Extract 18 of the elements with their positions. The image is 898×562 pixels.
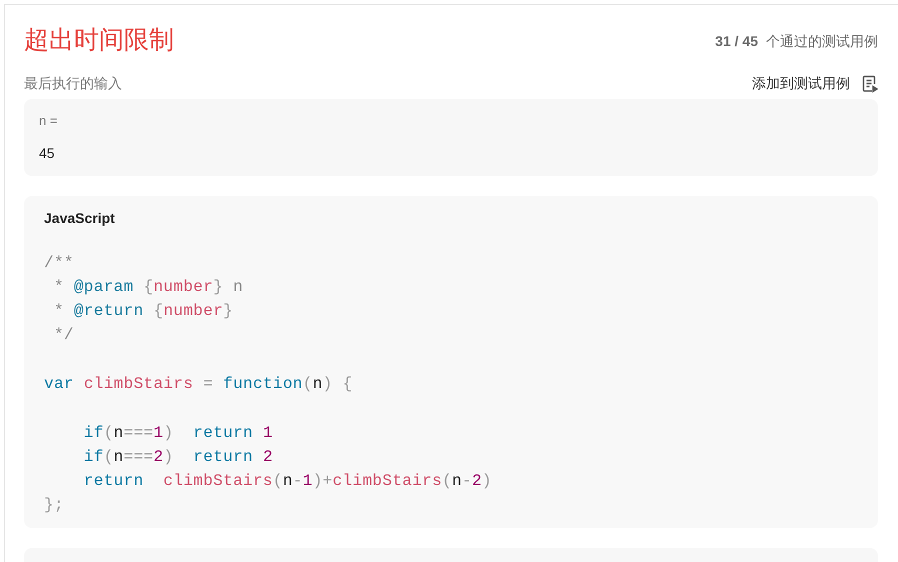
language-label: JavaScript [44, 208, 115, 228]
code-line: var climbStairs = function(n) { [44, 374, 353, 395]
passed-count: 31 / 45 [715, 32, 758, 50]
add-to-testcase-button[interactable]: 添加到测试用例 [752, 73, 878, 94]
code-line: if(n===2) return 2 [82, 446, 273, 468]
code-line: /** [44, 252, 74, 274]
result-title: 超出时间限制 [24, 25, 174, 56]
code-line: return climbStairs(n-1)+climbStairs(n-2) [82, 471, 492, 492]
code-line: */ [52, 325, 74, 346]
param-value: 45 [39, 144, 56, 162]
code-line: * @return {number} [52, 301, 234, 322]
passed-label: 个通过的测试用例 [766, 32, 878, 50]
param-name: n = [39, 112, 58, 130]
section-label: 最后执行的输入 [24, 74, 122, 93]
code-line: if(n===1) return 1 [82, 422, 273, 444]
code-line: }; [44, 495, 64, 516]
code-line: * @param {number} n [52, 276, 244, 298]
document-play-icon [862, 74, 878, 92]
